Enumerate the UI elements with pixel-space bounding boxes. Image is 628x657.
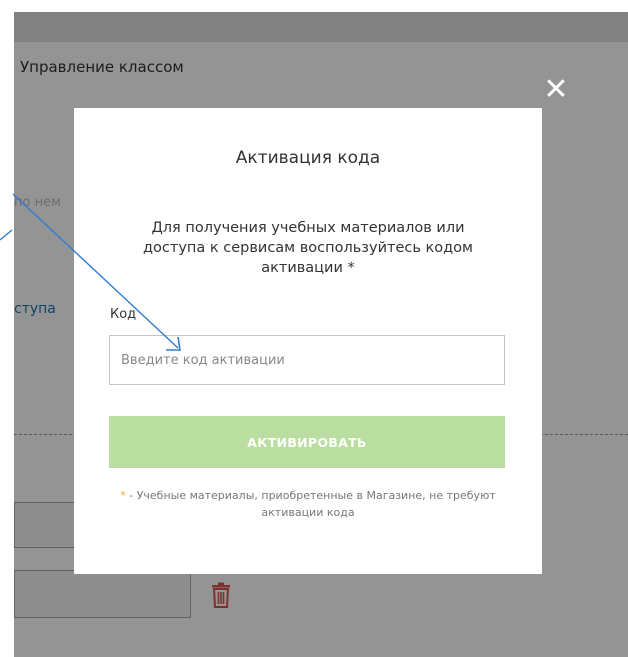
modal-title: Активация кода: [235, 148, 381, 168]
activation-code-input[interactable]: [109, 335, 505, 385]
note-text: - Учебные материалы, приобретенные в Маг…: [125, 489, 496, 519]
activation-modal: Активация кода Для получения учебных мат…: [74, 108, 542, 574]
close-icon[interactable]: ✕: [543, 75, 569, 105]
activate-button[interactable]: АКТИВИРОВАТЬ: [109, 416, 505, 468]
activation-note: * - Учебные материалы, приобретенные в М…: [104, 487, 512, 521]
code-label: Код: [110, 307, 137, 322]
modal-description: Для получения учебных материалов или дос…: [143, 220, 473, 276]
